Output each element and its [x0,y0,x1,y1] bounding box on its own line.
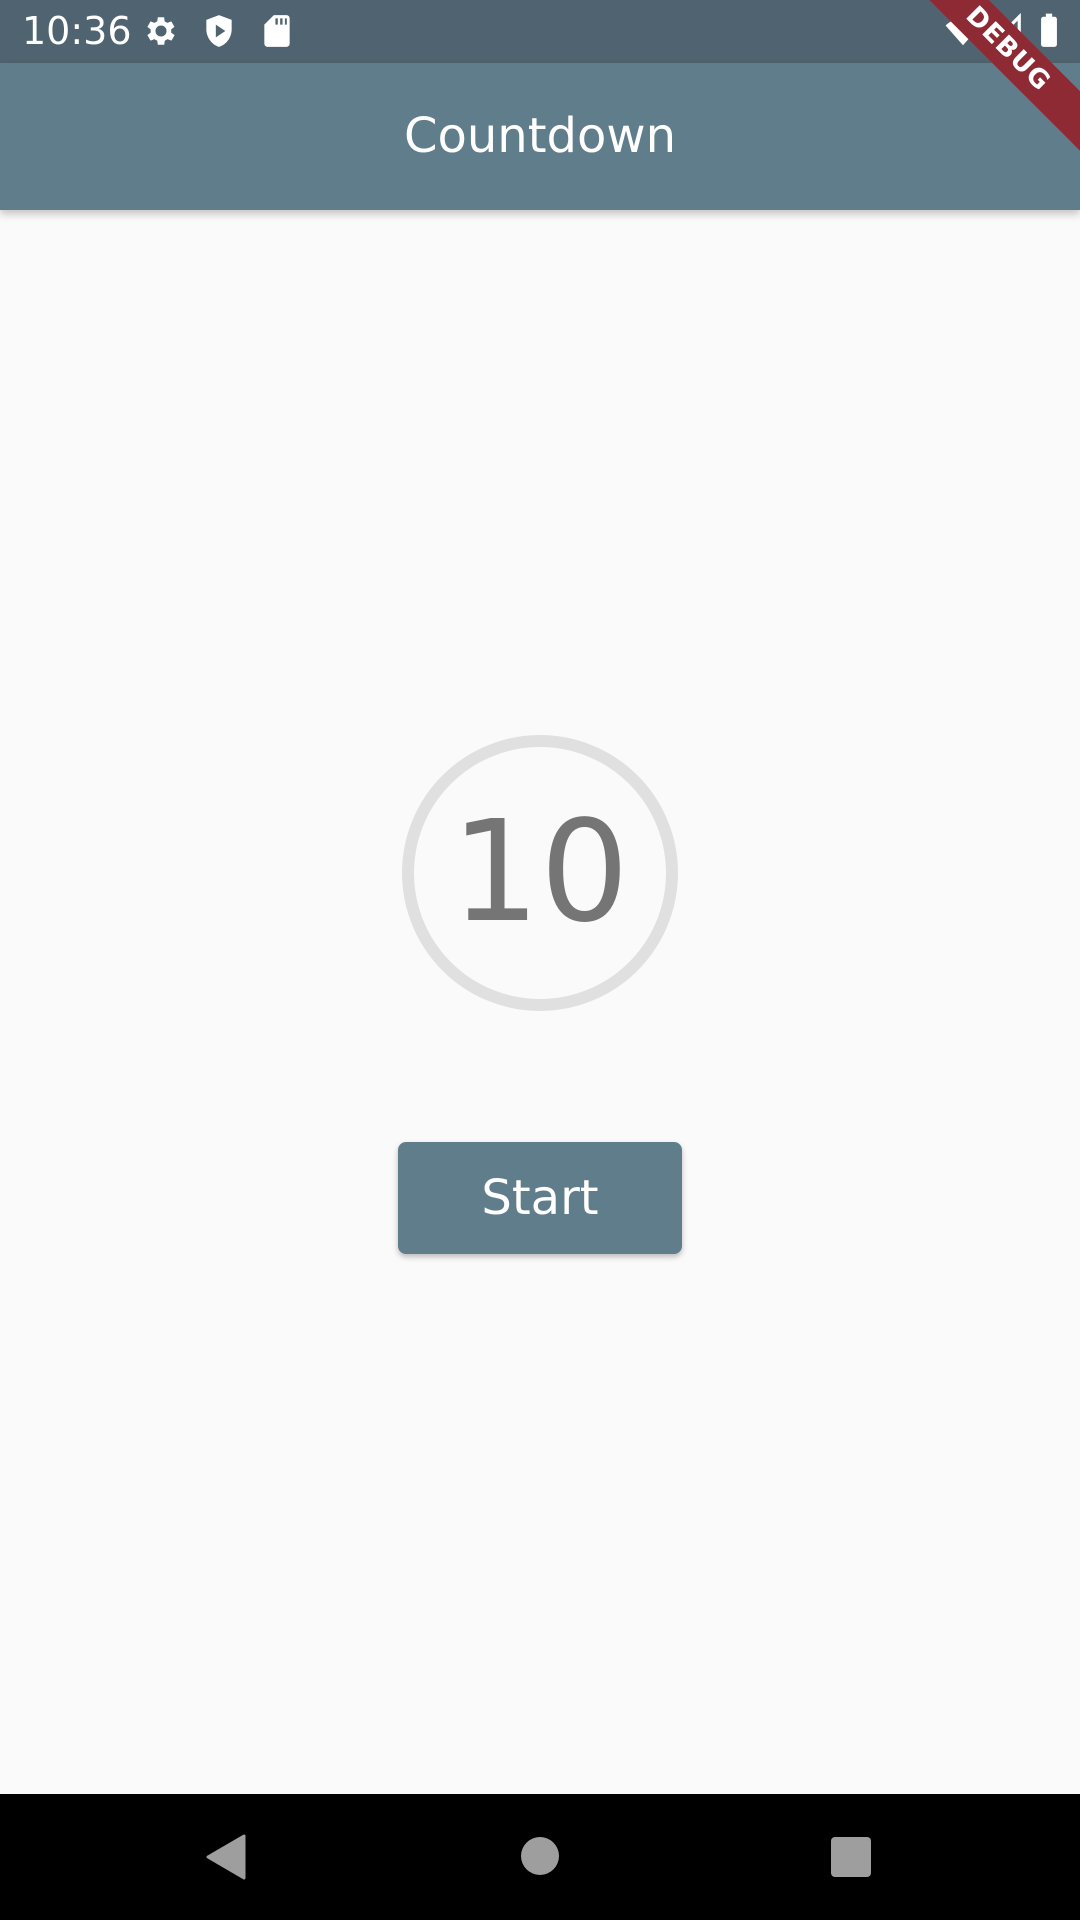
countdown-ring: 10 [402,735,678,1011]
status-bar: 10:36 [0,0,1080,63]
app-bar: Countdown [0,63,1080,210]
gear-icon [142,12,180,50]
status-time: 10:36 [22,9,132,53]
screen: 10:36 Countdown DEBUG 10 Start [0,0,1080,1920]
back-icon[interactable] [206,1834,246,1880]
page-title: Countdown [403,108,677,164]
navigation-bar [0,1794,1080,1920]
recents-icon[interactable] [831,1837,871,1877]
shield-play-icon [200,12,238,50]
battery-icon [1030,12,1068,50]
home-icon[interactable] [521,1837,559,1875]
sd-card-icon [258,12,296,50]
countdown-value: 10 [450,791,630,954]
start-button[interactable]: Start [398,1142,682,1254]
